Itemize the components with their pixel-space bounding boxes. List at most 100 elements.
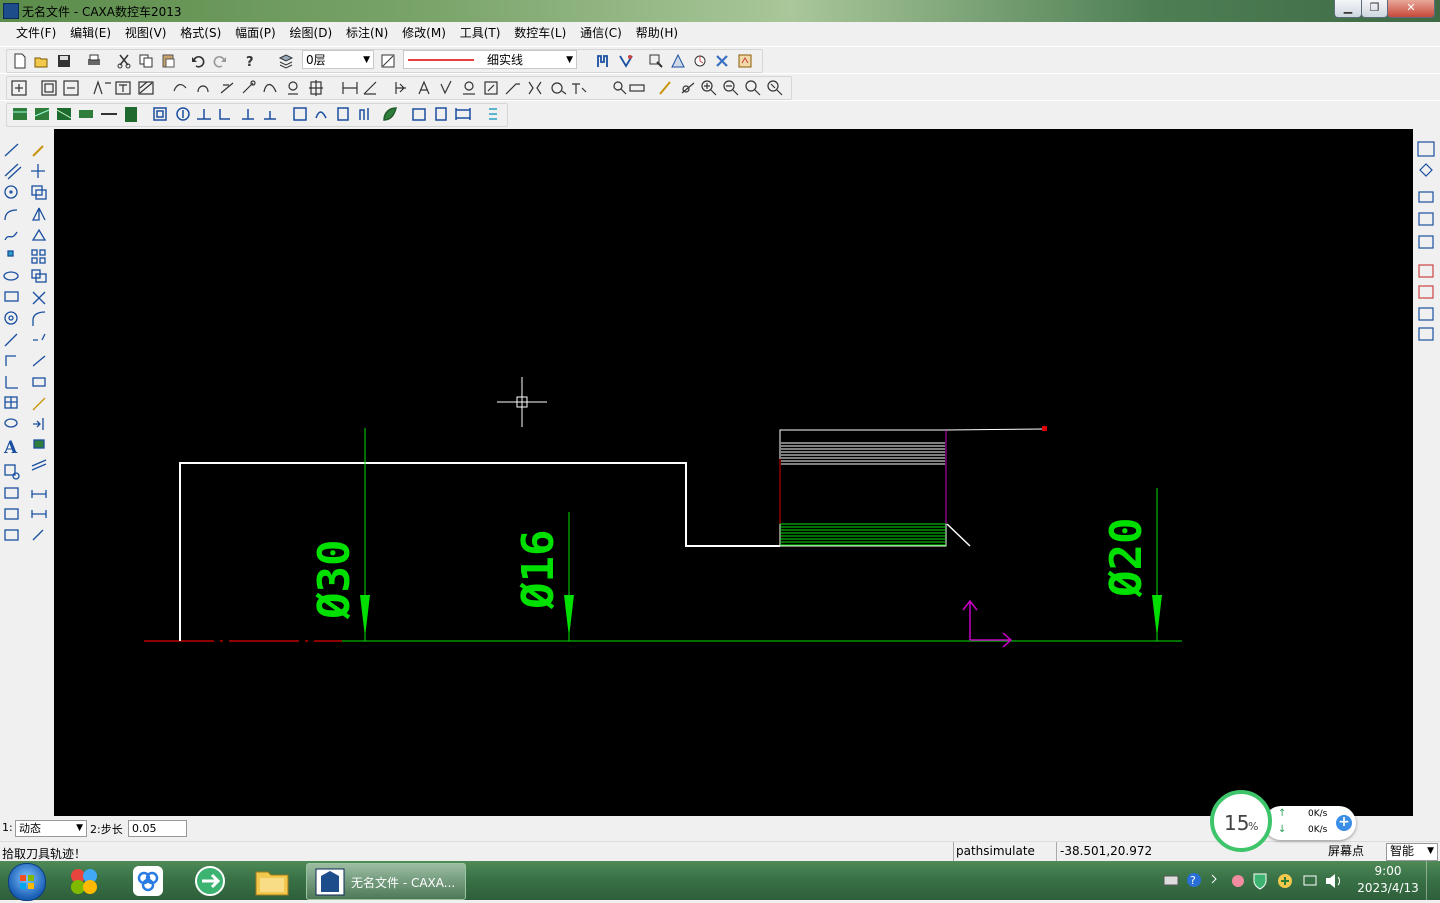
tool-down-icon[interactable] bbox=[242, 109, 254, 120]
title-block-icon[interactable] bbox=[1418, 285, 1434, 299]
tool-left-icon[interactable] bbox=[197, 109, 211, 120]
save-icon[interactable] bbox=[56, 53, 72, 69]
menu-help[interactable]: 帮助(H) bbox=[631, 22, 683, 44]
code-generate-icon[interactable] bbox=[714, 53, 730, 69]
ellipse-icon[interactable] bbox=[3, 271, 19, 281]
menu-sheet[interactable]: 幅面(P) bbox=[230, 22, 281, 44]
maximize-button[interactable]: ❐ bbox=[1361, 0, 1388, 18]
balloon-icon[interactable] bbox=[551, 82, 567, 95]
taskbar-app-pinwheel[interactable] bbox=[58, 864, 110, 898]
network-icon[interactable] bbox=[1303, 875, 1317, 886]
zoom-out-icon[interactable] bbox=[723, 80, 739, 96]
zoom-window-icon[interactable] bbox=[11, 80, 27, 96]
tray-expand-icon[interactable] bbox=[1211, 874, 1217, 884]
tool-right-icon[interactable] bbox=[264, 111, 276, 120]
mirror-icon[interactable] bbox=[31, 207, 46, 221]
symbol-icon[interactable] bbox=[395, 82, 406, 94]
show-desktop-button[interactable] bbox=[1426, 861, 1440, 900]
taskbar-app-explorer[interactable] bbox=[246, 864, 298, 898]
detail-view-icon[interactable] bbox=[572, 83, 587, 94]
volume-icon[interactable] bbox=[1326, 874, 1340, 888]
block-manager-icon[interactable] bbox=[1419, 163, 1433, 177]
code-reverse-icon[interactable] bbox=[737, 53, 753, 69]
rectangle-icon[interactable] bbox=[4, 291, 19, 302]
cut-icon[interactable] bbox=[116, 53, 132, 69]
threading-icon[interactable] bbox=[125, 107, 137, 122]
frame-icon[interactable] bbox=[1418, 264, 1434, 278]
tool-point-icon[interactable] bbox=[288, 81, 298, 95]
open-file-icon[interactable] bbox=[34, 53, 50, 69]
circle-icon[interactable] bbox=[4, 185, 18, 199]
pen-edit-icon[interactable] bbox=[32, 529, 44, 541]
view-code-icon[interactable] bbox=[315, 111, 327, 119]
zoom-all-icon[interactable] bbox=[41, 80, 57, 96]
menu-view[interactable]: 视图(V) bbox=[120, 22, 172, 44]
redo-icon[interactable] bbox=[212, 53, 228, 69]
point-icon[interactable] bbox=[7, 250, 14, 257]
menu-format[interactable]: 格式(S) bbox=[175, 22, 226, 44]
snap-mode-select[interactable]: 智能 ▼ bbox=[1386, 843, 1438, 861]
polyline-icon[interactable] bbox=[173, 84, 187, 92]
outer-roughing-icon[interactable] bbox=[13, 108, 27, 120]
leader-icon[interactable] bbox=[505, 83, 520, 95]
arc-icon[interactable] bbox=[197, 85, 209, 93]
tool-library-icon[interactable] bbox=[595, 53, 611, 69]
menu-file[interactable]: 文件(F) bbox=[11, 22, 61, 44]
extract-icon[interactable] bbox=[4, 529, 19, 541]
align-icon[interactable] bbox=[33, 418, 44, 430]
eraser-icon[interactable] bbox=[32, 145, 44, 157]
spline-icon[interactable] bbox=[4, 231, 18, 241]
minimize-button[interactable]: ▁ bbox=[1334, 0, 1362, 18]
toolpath-check-icon[interactable] bbox=[648, 53, 664, 69]
trim-icon[interactable] bbox=[613, 81, 627, 95]
angle-dimension-icon[interactable] bbox=[363, 81, 377, 95]
rotate-icon[interactable] bbox=[31, 228, 47, 241]
taskbar-active-window[interactable]: 无名文件 - CAXA... bbox=[306, 863, 466, 900]
weld-icon[interactable] bbox=[463, 81, 475, 95]
drawing-property-icon[interactable] bbox=[1418, 212, 1434, 226]
inner-roughing-icon[interactable] bbox=[34, 108, 50, 120]
pencil-icon[interactable] bbox=[659, 81, 671, 95]
roughness-icon[interactable] bbox=[440, 80, 452, 95]
equidistant-icon[interactable] bbox=[5, 355, 16, 366]
generate-code-icon[interactable] bbox=[293, 107, 307, 121]
new-file-icon[interactable] bbox=[12, 53, 28, 69]
menu-modify[interactable]: 修改(M) bbox=[397, 22, 451, 44]
break-icon[interactable] bbox=[528, 81, 542, 95]
keyboard-icon[interactable] bbox=[1163, 875, 1179, 886]
taskbar-app-browser[interactable] bbox=[184, 864, 236, 898]
finishing-icon[interactable] bbox=[56, 108, 72, 120]
print-icon[interactable] bbox=[86, 53, 102, 69]
copy-select-icon[interactable] bbox=[31, 185, 47, 200]
center-line-icon[interactable] bbox=[309, 80, 323, 96]
zoom-in-icon[interactable] bbox=[701, 80, 717, 96]
extend-icon[interactable] bbox=[32, 355, 46, 367]
line-angle-icon[interactable] bbox=[220, 82, 234, 94]
zoom-previous-icon[interactable] bbox=[745, 80, 761, 96]
reverse-code-icon[interactable] bbox=[337, 107, 349, 121]
part-library-icon[interactable] bbox=[1418, 191, 1434, 203]
parameter-modify-icon[interactable] bbox=[670, 53, 686, 69]
explode-icon[interactable] bbox=[32, 397, 46, 411]
menu-draw[interactable]: 绘图(D) bbox=[285, 22, 338, 44]
drawing-canvas[interactable]: Ø30 Ø16 Ø20 bbox=[54, 129, 1413, 816]
parallel-line-icon[interactable] bbox=[4, 163, 22, 180]
linetype-select[interactable]: 细实线 ▼ bbox=[403, 50, 577, 69]
block-icon[interactable] bbox=[4, 418, 18, 428]
flower-icon[interactable] bbox=[1232, 875, 1244, 887]
lathe-settings-icon[interactable] bbox=[412, 108, 426, 121]
paste-icon[interactable] bbox=[160, 53, 176, 69]
centerline-icon[interactable] bbox=[4, 333, 18, 347]
path-simulate-icon[interactable] bbox=[692, 53, 708, 69]
layer-icon[interactable] bbox=[278, 53, 294, 69]
text-style-icon[interactable] bbox=[115, 81, 131, 95]
fillet-icon[interactable] bbox=[32, 311, 46, 326]
edit-property-icon[interactable] bbox=[1418, 235, 1434, 249]
edit-distance-icon[interactable] bbox=[31, 490, 47, 498]
break-edit-icon[interactable] bbox=[33, 333, 46, 341]
list-icon[interactable] bbox=[489, 108, 497, 120]
bom-icon[interactable] bbox=[1418, 307, 1434, 321]
plus-circle-icon[interactable] bbox=[1278, 874, 1292, 888]
dynamic-pan-icon[interactable] bbox=[63, 80, 79, 96]
hatch-icon[interactable] bbox=[4, 396, 18, 409]
